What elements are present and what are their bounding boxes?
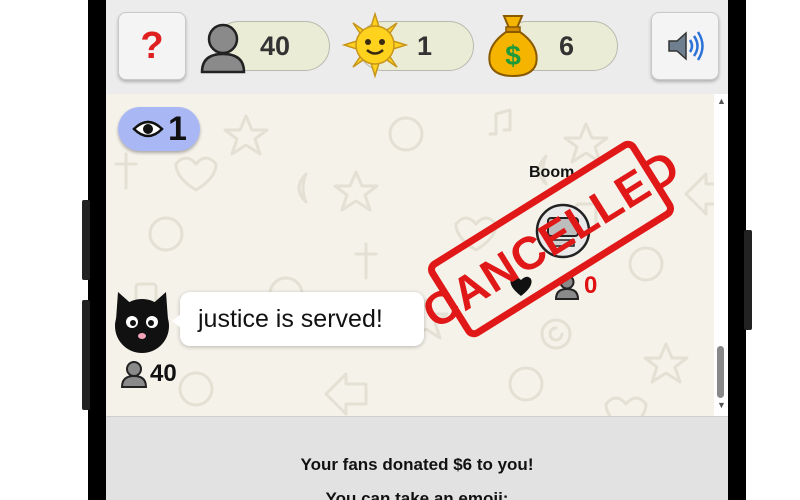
reward-panel: Your fans donated $6 to you! You can tak… [106, 416, 728, 500]
svg-text:$: $ [505, 40, 521, 71]
fans-count: 40 [260, 31, 291, 61]
top-bar: ? 40 1 6 $ [106, 0, 728, 95]
chat-message-bubble: justice is served! [172, 292, 424, 346]
help-button[interactable]: ? [118, 12, 186, 80]
bubble-tail [172, 314, 181, 328]
person-icon [120, 361, 148, 388]
phone-side-button [82, 300, 90, 410]
eye-icon [132, 120, 164, 138]
scroll-up-arrow-icon[interactable]: ▲ [717, 96, 726, 106]
sound-button[interactable] [651, 12, 719, 80]
opponent-count: 0 [584, 272, 598, 299]
speaker-icon [668, 31, 704, 61]
chat-area: 1 Boom 0 CANCELLED justice is served! 40… [106, 94, 728, 416]
money-count: 6 [559, 31, 575, 61]
player-count: 40 [150, 360, 177, 387]
scroll-down-arrow-icon[interactable]: ▼ [717, 400, 726, 410]
phone-side-button [744, 230, 752, 330]
phone-side-button [82, 200, 90, 280]
sun-count: 1 [417, 31, 433, 61]
donation-message: Your fans donated $6 to you! [300, 455, 534, 474]
emoji-prompt: You can take an emoji: [325, 489, 509, 500]
phone-frame-left [88, 0, 106, 500]
scroll-thumb[interactable] [717, 346, 724, 398]
question-mark-icon: ? [140, 24, 164, 67]
viewers-count: 1 [168, 110, 187, 148]
money-bag-icon: $ [488, 15, 538, 78]
game-screen: ? 40 1 6 $ 1 Boom 0 CANCELLED justice is… [106, 0, 728, 500]
chat-message-text: justice is served! [198, 305, 383, 333]
viewers-badge: 1 [118, 107, 200, 151]
person-icon [200, 23, 246, 74]
cat-avatar-icon [115, 292, 169, 353]
sun-icon [342, 12, 408, 78]
chat-scrollbar[interactable]: ▲ ▼ [714, 94, 728, 416]
